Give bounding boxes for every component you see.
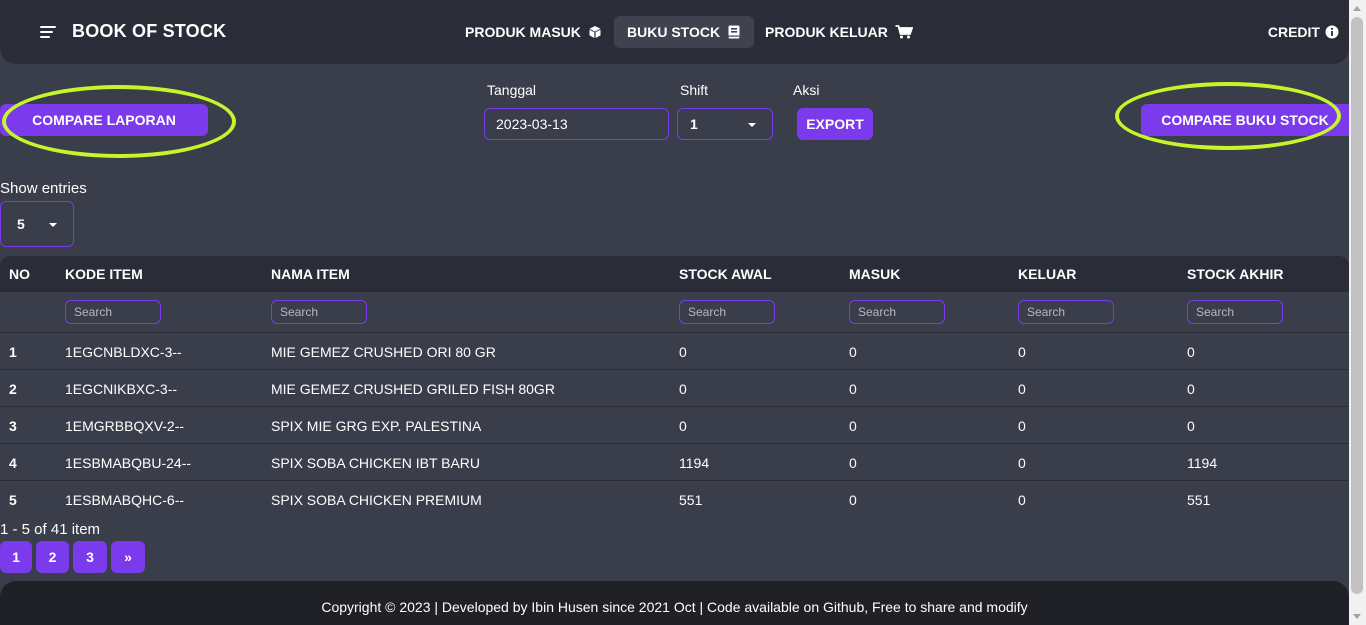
table-row: 4 1ESBMABQBU-24-- SPIX SOBA CHICKEN IBT … bbox=[0, 444, 1349, 481]
compare-laporan-button[interactable]: COMPARE LAPORAN bbox=[0, 104, 208, 136]
search-input-stock-akhir[interactable]: Search bbox=[1187, 300, 1283, 324]
nav-produk-masuk[interactable]: PRODUK MASUK bbox=[452, 16, 615, 48]
pagination-summary: 1 - 5 of 41 item bbox=[0, 521, 101, 538]
search-input-masuk[interactable]: Search bbox=[849, 300, 945, 324]
cell-stock-akhir: 0 bbox=[1187, 418, 1195, 434]
column-header[interactable]: MASUK bbox=[849, 266, 900, 282]
column-header[interactable]: NO bbox=[9, 266, 30, 282]
page-next-button[interactable]: » bbox=[111, 541, 145, 573]
cell-stock-awal: 1194 bbox=[679, 455, 710, 471]
vertical-scrollbar[interactable] bbox=[1349, 0, 1366, 625]
scroll-up-icon[interactable] bbox=[1353, 6, 1361, 11]
tanggal-value: 2023-03-13 bbox=[496, 116, 568, 132]
cell-nama-item: MIE GEMEZ CRUSHED ORI 80 GR bbox=[271, 344, 496, 360]
tanggal-input[interactable]: 2023-03-13 bbox=[484, 108, 669, 140]
footer: Copyright © 2023 | Developed by Ibin Hus… bbox=[0, 581, 1349, 625]
cell-no: 1 bbox=[9, 344, 17, 360]
cell-kode-item: 1EGCNBLDXC-3-- bbox=[65, 344, 182, 360]
table-row: 5 1ESBMABQHC-6-- SPIX SOBA CHICKEN PREMI… bbox=[0, 481, 1349, 518]
cell-masuk: 0 bbox=[849, 492, 857, 508]
compare-buku-stock-button[interactable]: COMPARE BUKU STOCK bbox=[1141, 104, 1349, 136]
column-header[interactable]: KELUAR bbox=[1018, 266, 1076, 282]
credit-label: CREDIT bbox=[1267, 24, 1320, 40]
cell-keluar: 0 bbox=[1018, 344, 1026, 360]
search-input-kode-item[interactable]: Search bbox=[65, 300, 161, 324]
info-icon bbox=[1325, 25, 1339, 39]
show-entries-label: Show entries bbox=[0, 180, 87, 197]
cell-keluar: 0 bbox=[1018, 381, 1026, 397]
export-button[interactable]: EXPORT bbox=[797, 108, 873, 140]
column-header[interactable]: STOCK AKHIR bbox=[1187, 266, 1283, 282]
cell-masuk: 0 bbox=[849, 418, 857, 434]
cell-stock-akhir: 551 bbox=[1187, 492, 1211, 508]
column-search-row: Search Search Search Search Search Searc… bbox=[0, 292, 1349, 333]
nav-buku-stock-label: BUKU STOCK bbox=[627, 24, 721, 40]
cell-nama-item: SPIX SOBA CHICKEN IBT BARU bbox=[271, 455, 481, 471]
cell-kode-item: 1EMGRBBQXV-2-- bbox=[65, 418, 185, 434]
cell-no: 5 bbox=[9, 492, 17, 508]
cell-masuk: 0 bbox=[849, 381, 857, 397]
search-input-stock-awal[interactable]: Search bbox=[679, 300, 775, 324]
table-row: 1 1EGCNBLDXC-3-- MIE GEMEZ CRUSHED ORI 8… bbox=[0, 333, 1349, 370]
shift-label: Shift bbox=[680, 82, 709, 98]
cell-stock-awal: 551 bbox=[679, 492, 703, 508]
nav-produk-keluar-label: PRODUK KELUAR bbox=[765, 24, 888, 40]
cell-stock-awal: 0 bbox=[679, 418, 687, 434]
cell-keluar: 0 bbox=[1018, 418, 1026, 434]
cell-masuk: 0 bbox=[849, 455, 857, 471]
search-input-keluar[interactable]: Search bbox=[1018, 300, 1114, 324]
shift-select[interactable]: 1 bbox=[677, 108, 773, 140]
cell-no: 3 bbox=[9, 418, 17, 434]
cell-stock-awal: 0 bbox=[679, 381, 687, 397]
column-header[interactable]: KODE ITEM bbox=[65, 266, 143, 282]
table-header: NO KODE ITEM NAMA ITEM STOCK AWAL MASUK … bbox=[0, 256, 1349, 292]
nav-produk-masuk-label: PRODUK MASUK bbox=[465, 24, 581, 40]
cart-icon bbox=[895, 25, 913, 39]
cell-kode-item: 1ESBMABQHC-6-- bbox=[65, 492, 185, 508]
chevron-down-icon bbox=[49, 223, 57, 227]
tanggal-label: Tanggal bbox=[487, 82, 537, 98]
cube-icon bbox=[589, 26, 601, 38]
table-row: 2 1EGCNIKBXC-3-- MIE GEMEZ CRUSHED GRILE… bbox=[0, 370, 1349, 407]
cell-stock-awal: 0 bbox=[679, 344, 687, 360]
cell-keluar: 0 bbox=[1018, 492, 1026, 508]
cell-stock-akhir: 1194 bbox=[1187, 455, 1218, 471]
cell-nama-item: SPIX SOBA CHICKEN PREMIUM bbox=[271, 492, 482, 508]
column-header[interactable]: NAMA ITEM bbox=[271, 266, 350, 282]
credit-link[interactable]: CREDIT bbox=[1268, 16, 1339, 48]
scroll-down-icon[interactable] bbox=[1353, 614, 1361, 619]
entries-select[interactable]: 5 bbox=[0, 201, 74, 247]
column-header[interactable]: STOCK AWAL bbox=[679, 266, 772, 282]
page-button-2[interactable]: 2 bbox=[36, 541, 69, 573]
cell-no: 2 bbox=[9, 381, 17, 397]
cell-keluar: 0 bbox=[1018, 455, 1026, 471]
brand-title: BOOK OF STOCK bbox=[72, 21, 227, 41]
page-button-3[interactable]: 3 bbox=[73, 541, 107, 573]
page-button-1[interactable]: 1 bbox=[0, 541, 32, 573]
nav-buku-stock[interactable]: BUKU STOCK bbox=[614, 16, 755, 48]
entries-value: 5 bbox=[17, 216, 25, 232]
cell-stock-akhir: 0 bbox=[1187, 344, 1195, 360]
navbar: BOOK OF STOCK PRODUK MASUK BUKU STOCK PR… bbox=[0, 0, 1349, 64]
cell-nama-item: SPIX MIE GRG EXP. PALESTINA bbox=[271, 418, 482, 434]
cell-masuk: 0 bbox=[849, 344, 857, 360]
menu-icon[interactable] bbox=[40, 26, 56, 38]
shift-value: 1 bbox=[690, 116, 698, 132]
cell-kode-item: 1ESBMABQBU-24-- bbox=[65, 455, 192, 471]
table-row: 3 1EMGRBBQXV-2-- SPIX MIE GRG EXP. PALES… bbox=[0, 407, 1349, 444]
cell-no: 4 bbox=[9, 455, 17, 471]
aksi-label: Aksi bbox=[793, 82, 820, 98]
search-input-nama-item[interactable]: Search bbox=[271, 300, 367, 324]
scrollbar-thumb[interactable] bbox=[1351, 17, 1363, 594]
footer-text: Copyright © 2023 | Developed by Ibin Hus… bbox=[321, 599, 1028, 615]
nav-produk-keluar[interactable]: PRODUK KELUAR bbox=[752, 16, 926, 48]
cell-nama-item: MIE GEMEZ CRUSHED GRILED FISH 80GR bbox=[271, 381, 555, 397]
chevron-down-icon bbox=[748, 123, 756, 127]
book-icon bbox=[728, 25, 740, 39]
cell-kode-item: 1EGCNIKBXC-3-- bbox=[65, 381, 178, 397]
cell-stock-akhir: 0 bbox=[1187, 381, 1195, 397]
stock-table: NO KODE ITEM NAMA ITEM STOCK AWAL MASUK … bbox=[0, 256, 1349, 518]
